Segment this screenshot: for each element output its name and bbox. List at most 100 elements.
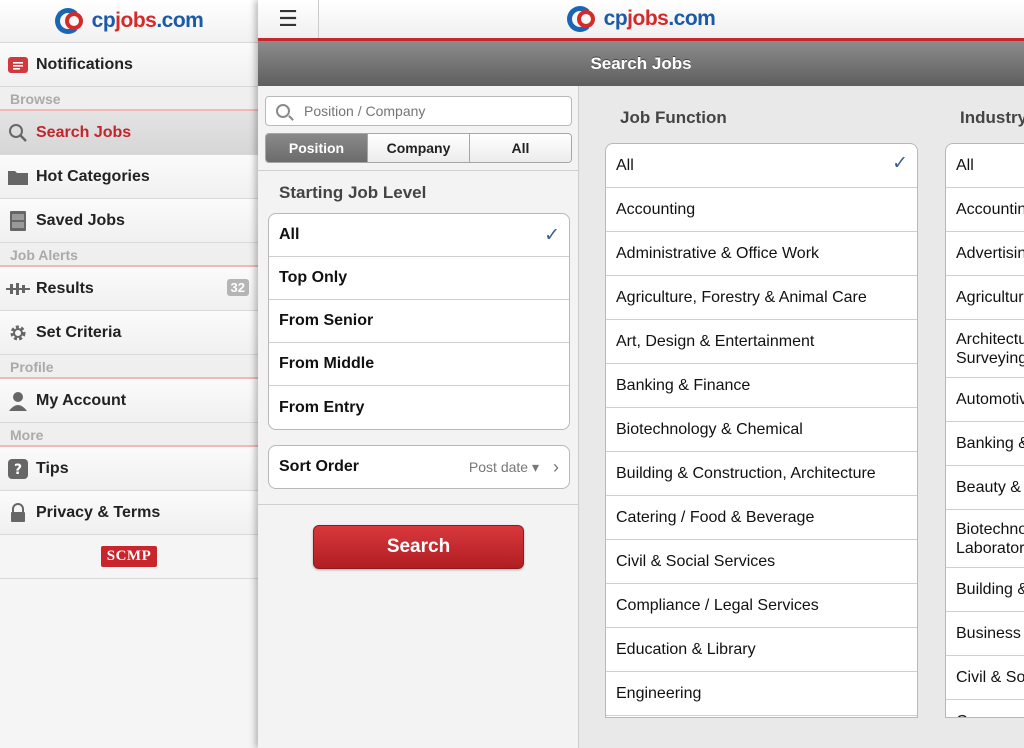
sidebar-item-set-criteria[interactable]: Set Criteria <box>0 311 258 355</box>
job-level-item-from-entry[interactable]: From Entry <box>269 386 569 429</box>
industry-item[interactable]: Architecture Surveying <box>946 320 1024 378</box>
sidebar-item-label: Results <box>36 279 94 297</box>
industry-item[interactable]: Banking & <box>946 422 1024 466</box>
list-item-label: Civil & Social <box>956 669 1024 686</box>
section-header-more: More <box>0 423 258 447</box>
sidebar-item-label: Privacy & Terms <box>36 503 161 521</box>
industry-item[interactable]: C <box>946 700 1024 717</box>
cpjobs-logo-icon <box>566 4 601 34</box>
sidebar-item-results[interactable]: Results 32 <box>0 267 258 311</box>
job-function-item[interactable]: Banking & Finance <box>606 364 917 408</box>
job-level-list: All ✓ Top Only From Senior From Middle F… <box>268 213 570 430</box>
sidebar-item-privacy-terms[interactable]: Privacy & Terms <box>0 491 258 535</box>
sidebar-item-my-account[interactable]: My Account <box>0 379 258 423</box>
header-cpjobs-logo: cp jobs .com <box>566 4 716 34</box>
search-box[interactable] <box>265 96 572 126</box>
sidebar-item-saved-jobs[interactable]: Saved Jobs <box>0 199 258 243</box>
list-item-label: Agriculture <box>956 289 1024 306</box>
logo-text-com: .com <box>156 9 204 32</box>
industry-item[interactable]: Biotechnology Laboratory <box>946 510 1024 568</box>
cabinet-icon <box>6 209 30 233</box>
industry-item[interactable]: Automotive <box>946 378 1024 422</box>
checkmark-icon: ✓ <box>544 225 560 246</box>
main-panel: ☰ cpjobs.com Search Jobs Position Compan… <box>258 0 1024 748</box>
industry-item[interactable]: All <box>946 144 1024 188</box>
job-function-list: All ✓ Accounting Administrative & Office … <box>605 143 918 718</box>
industry-item[interactable]: Building & <box>946 568 1024 612</box>
job-function-title: Job Function <box>620 108 727 127</box>
industry-item[interactable]: Civil & Social <box>946 656 1024 700</box>
help-icon: ? <box>6 457 30 481</box>
section-header-browse: Browse <box>0 87 258 111</box>
list-item-label: Business <box>956 625 1021 642</box>
sidebar-item-hot-categories[interactable]: Hot Categories <box>0 155 258 199</box>
sidebar-logo-bar: cp jobs .com <box>0 0 258 43</box>
notifications-icon <box>6 53 30 77</box>
list-item-label: Agriculture, Forestry & Animal Care <box>616 289 867 306</box>
job-level-item-from-senior[interactable]: From Senior <box>269 300 569 343</box>
list-item-label: Automotive <box>956 391 1024 408</box>
results-count-badge: 32 <box>226 279 249 296</box>
sidebar-item-label: Hot Categories <box>36 167 150 185</box>
job-function-item[interactable]: Education & Library <box>606 628 917 672</box>
filters-pane[interactable]: Job Function All ✓ Accounting Administrat… <box>580 86 1024 748</box>
list-item-label: Top Only <box>279 269 348 286</box>
job-level-item-from-middle[interactable]: From Middle <box>269 343 569 386</box>
sort-order-value: Post date ▾ <box>468 458 539 475</box>
list-item-label: Advertising <box>956 245 1024 262</box>
search-input[interactable] <box>304 103 554 119</box>
job-function-item[interactable]: Engineering <box>606 672 917 716</box>
job-function-item[interactable]: Agriculture, Forestry & Animal Care <box>606 276 917 320</box>
job-function-item[interactable]: Compliance / Legal Services <box>606 584 917 628</box>
list-item-label: Accounting <box>956 201 1024 218</box>
section-header-profile: Profile <box>0 355 258 379</box>
segment-company[interactable]: Company <box>368 134 470 162</box>
search-scope-segmented-control: Position Company All <box>265 133 572 163</box>
logo-text-cp: cp <box>91 9 116 32</box>
gear-icon <box>6 321 30 345</box>
job-function-item[interactable]: All ✓ <box>606 144 917 188</box>
search-button[interactable]: Search <box>313 525 524 569</box>
list-item-label: Banking & <box>956 435 1024 452</box>
sort-order-row[interactable]: Sort Order Post date ▾ › <box>268 445 570 489</box>
job-function-item[interactable]: Civil & Social Services <box>606 540 917 584</box>
divider <box>258 504 579 505</box>
industry-item[interactable]: Advertising <box>946 232 1024 276</box>
job-function-item[interactable]: Administrative & Office Work <box>606 232 917 276</box>
industry-item[interactable]: Accounting <box>946 188 1024 232</box>
list-item-label: All <box>616 157 634 174</box>
job-level-item-top-only[interactable]: Top Only <box>269 257 569 300</box>
list-item-label: All <box>956 157 974 174</box>
sidebar-item-label: Search Jobs <box>36 123 132 141</box>
segment-position[interactable]: Position <box>266 134 368 162</box>
search-icon <box>276 104 290 118</box>
job-function-item[interactable]: Accounting <box>606 188 917 232</box>
hamburger-menu-icon: ☰ <box>278 6 298 31</box>
list-item-label: Biotechnology Laboratory <box>956 520 1024 557</box>
sort-order-label: Sort Order <box>279 458 360 475</box>
industry-title: Industry <box>960 108 1024 127</box>
sidebar-item-search-jobs[interactable]: Search Jobs <box>0 111 258 155</box>
industry-item[interactable]: Beauty & <box>946 466 1024 510</box>
job-function-item[interactable]: Building & Construction, Architecture <box>606 452 917 496</box>
list-item-label: Art, Design & Entertainment <box>616 333 815 350</box>
sidebar-item-label: My Account <box>36 391 127 409</box>
scmp-logo[interactable]: SCMP <box>100 546 158 567</box>
segment-all[interactable]: All <box>470 134 571 162</box>
menu-button[interactable]: ☰ <box>258 0 319 38</box>
industry-item[interactable]: Business <box>946 612 1024 656</box>
sidebar-item-label: Set Criteria <box>36 323 122 341</box>
sidebar-item-label: Saved Jobs <box>36 211 125 229</box>
sidebar-item-tips[interactable]: ? Tips <box>0 447 258 491</box>
job-function-item[interactable]: Art, Design & Entertainment <box>606 320 917 364</box>
sidebar-item-notifications[interactable]: Notifications <box>0 43 258 87</box>
industry-item[interactable]: Agriculture <box>946 276 1024 320</box>
job-function-item[interactable]: Catering / Food & Beverage <box>606 496 917 540</box>
job-level-item-all[interactable]: All ✓ <box>269 214 569 257</box>
sidebar-item-label: Tips <box>36 459 69 477</box>
job-function-item[interactable]: Biotechnology & Chemical <box>606 408 917 452</box>
list-item-label: From Middle <box>279 355 375 372</box>
cpjobs-logo: cp jobs .com <box>54 6 204 36</box>
list-item-label: Education & Library <box>616 641 756 658</box>
list-item-label: Biotechnology & Chemical <box>616 421 803 438</box>
